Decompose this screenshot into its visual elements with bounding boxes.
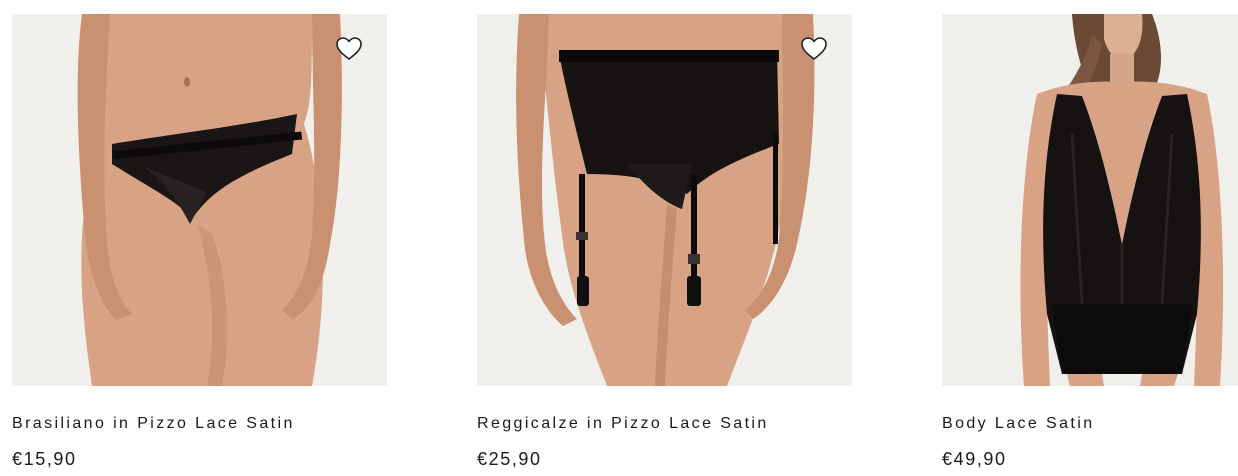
- heart-outline-icon[interactable]: [800, 36, 828, 62]
- product-price: €49,90: [942, 449, 1007, 469]
- product-card[interactable]: Brasiliano in Pizzo Lace Satin €15,90: [12, 14, 387, 470]
- heart-outline-icon[interactable]: [335, 36, 363, 62]
- product-name[interactable]: Brasiliano in Pizzo Lace Satin: [12, 414, 387, 434]
- product-photo-brasiliano: [77, 14, 342, 386]
- product-name[interactable]: Reggicalze in Pizzo Lace Satin: [477, 414, 852, 434]
- product-grid: Brasiliano in Pizzo Lace Satin €15,90 Re…: [0, 0, 1238, 476]
- product-photo-body: [1020, 14, 1224, 386]
- product-price: €15,90: [12, 449, 77, 469]
- product-card[interactable]: Body Lace Satin €49,90: [942, 14, 1238, 470]
- product-image[interactable]: [942, 14, 1238, 386]
- product-photo-reggicalze: [516, 14, 815, 386]
- product-price: €25,90: [477, 449, 542, 469]
- product-name[interactable]: Body Lace Satin: [942, 414, 1238, 434]
- product-image[interactable]: [477, 14, 852, 386]
- product-image[interactable]: [12, 14, 387, 386]
- product-card[interactable]: Reggicalze in Pizzo Lace Satin €25,90: [477, 14, 852, 470]
